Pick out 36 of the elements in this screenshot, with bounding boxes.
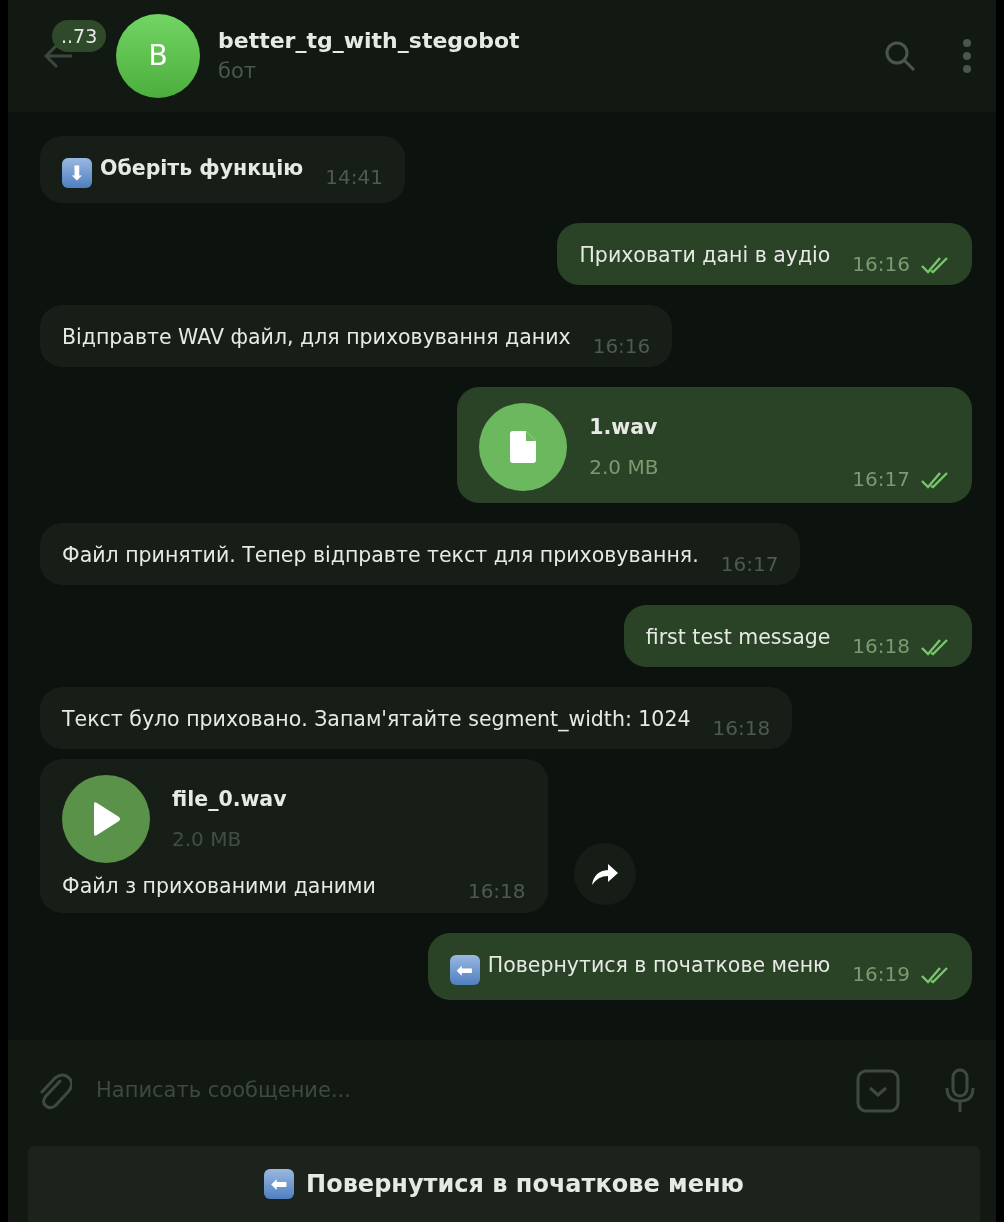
message-time: 14:41 (325, 165, 383, 189)
message-text: Відправте WAV файл, для приховування даних (62, 325, 571, 349)
message-text: first test message (645, 625, 831, 649)
message-text: Файл принятий. Тепер відправте текст для приховування. (62, 543, 699, 567)
back-arrow-icon[interactable] (44, 43, 74, 69)
message-time: 16:18 (852, 634, 910, 658)
emoji-icon: ⬅ (449, 955, 480, 985)
message-text: Файл з прихованими даними (62, 873, 376, 900)
microphone-icon[interactable] (944, 1068, 976, 1114)
message-time: 16:16 (852, 252, 910, 276)
forward-arrow-icon (589, 861, 620, 887)
document-icon (508, 429, 539, 465)
message-time: 16:18 (712, 716, 771, 740)
chat-subtitle: бот (218, 58, 258, 85)
file-name: 1.wav (589, 414, 659, 441)
emoji-icon: ⬇ (62, 158, 92, 188)
emoji-panel-icon[interactable] (856, 1069, 900, 1113)
message-time: 16:16 (592, 334, 651, 358)
message-text: Повернутися в початкове меню (487, 953, 831, 977)
message-time: 16:17 (720, 552, 779, 576)
search-icon[interactable] (884, 40, 916, 72)
message-text: Приховати дані в аудіо (579, 243, 831, 267)
message-time: 16:19 (852, 962, 910, 986)
play-icon (91, 801, 121, 837)
more-icon[interactable] (962, 39, 972, 73)
avatar: B (116, 14, 200, 98)
file-size: 2.0 MB (589, 454, 659, 481)
message-text: Оберіть функцію (100, 156, 304, 180)
message-text: Текст було приховано. Запам'ятайте segment_width: 1024 (62, 707, 691, 731)
unread-badge: ..73 (52, 20, 107, 52)
chat-title: better_tg_with_stegobot (218, 27, 521, 55)
emoji-icon: ⬅ (264, 1169, 295, 1199)
message-time: 16:17 (852, 467, 910, 491)
message-time: 16:18 (467, 879, 526, 903)
keyboard-button[interactable]: ⬅ Повернутися в початкове меню (28, 1146, 980, 1222)
file-name: file_0.wav (172, 786, 287, 813)
